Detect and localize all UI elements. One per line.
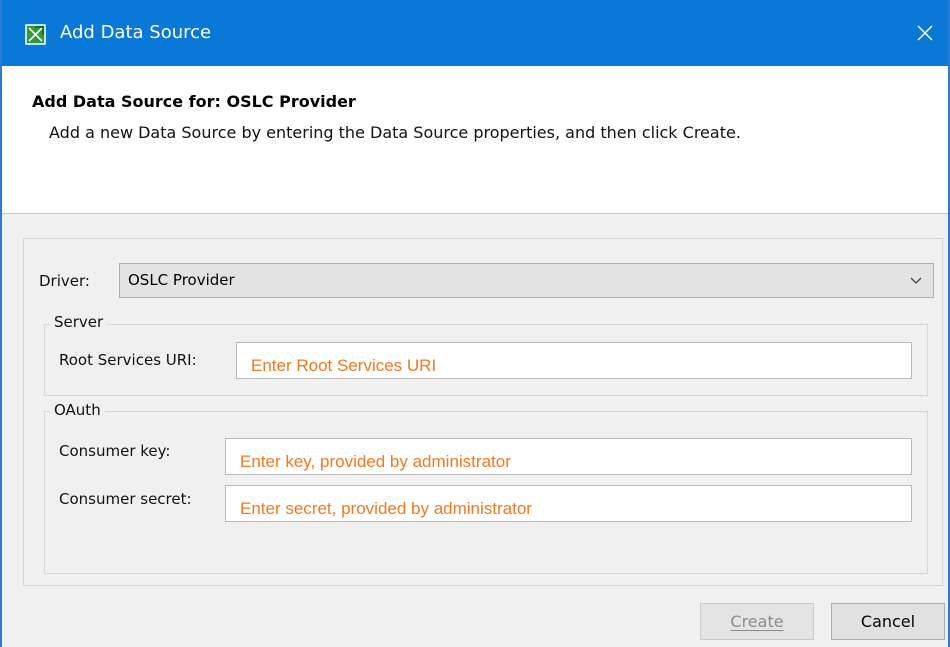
consumer-key-label: Consumer key: — [59, 442, 171, 460]
server-group-label: Server — [50, 313, 108, 331]
create-button[interactable]: Create — [700, 603, 814, 640]
root-services-uri-label: Root Services URI: — [59, 351, 197, 369]
window-title: Add Data Source — [60, 22, 212, 43]
cancel-button-label: Cancel — [860, 612, 916, 631]
dialog-header: Add Data Source for: OSLC Provider Add a… — [2, 66, 948, 214]
consumer-secret-label: Consumer secret: — [59, 490, 192, 508]
header-title: Add Data Source for: OSLC Provider — [32, 92, 356, 111]
dialog-window: Add Data Source Add Data Source for: OSL… — [0, 0, 950, 647]
consumer-secret-input[interactable] — [225, 485, 912, 522]
cancel-button[interactable]: Cancel — [831, 603, 945, 640]
consumer-key-input[interactable] — [225, 438, 912, 475]
root-services-uri-input[interactable] — [236, 342, 912, 379]
header-description: Add a new Data Source by entering the Da… — [49, 123, 741, 142]
data-source-app-icon — [25, 24, 46, 45]
driver-dropdown[interactable]: OSLC Provider — [119, 263, 934, 298]
title-bar: Add Data Source — [2, 0, 948, 66]
create-button-label: Create — [730, 612, 784, 631]
oauth-group-label: OAuth — [50, 401, 105, 419]
close-button[interactable] — [908, 18, 942, 48]
driver-selected-value: OSLC Provider — [128, 271, 235, 289]
close-icon — [917, 25, 933, 41]
driver-label: Driver: — [39, 272, 90, 290]
chevron-down-icon — [910, 277, 922, 284]
